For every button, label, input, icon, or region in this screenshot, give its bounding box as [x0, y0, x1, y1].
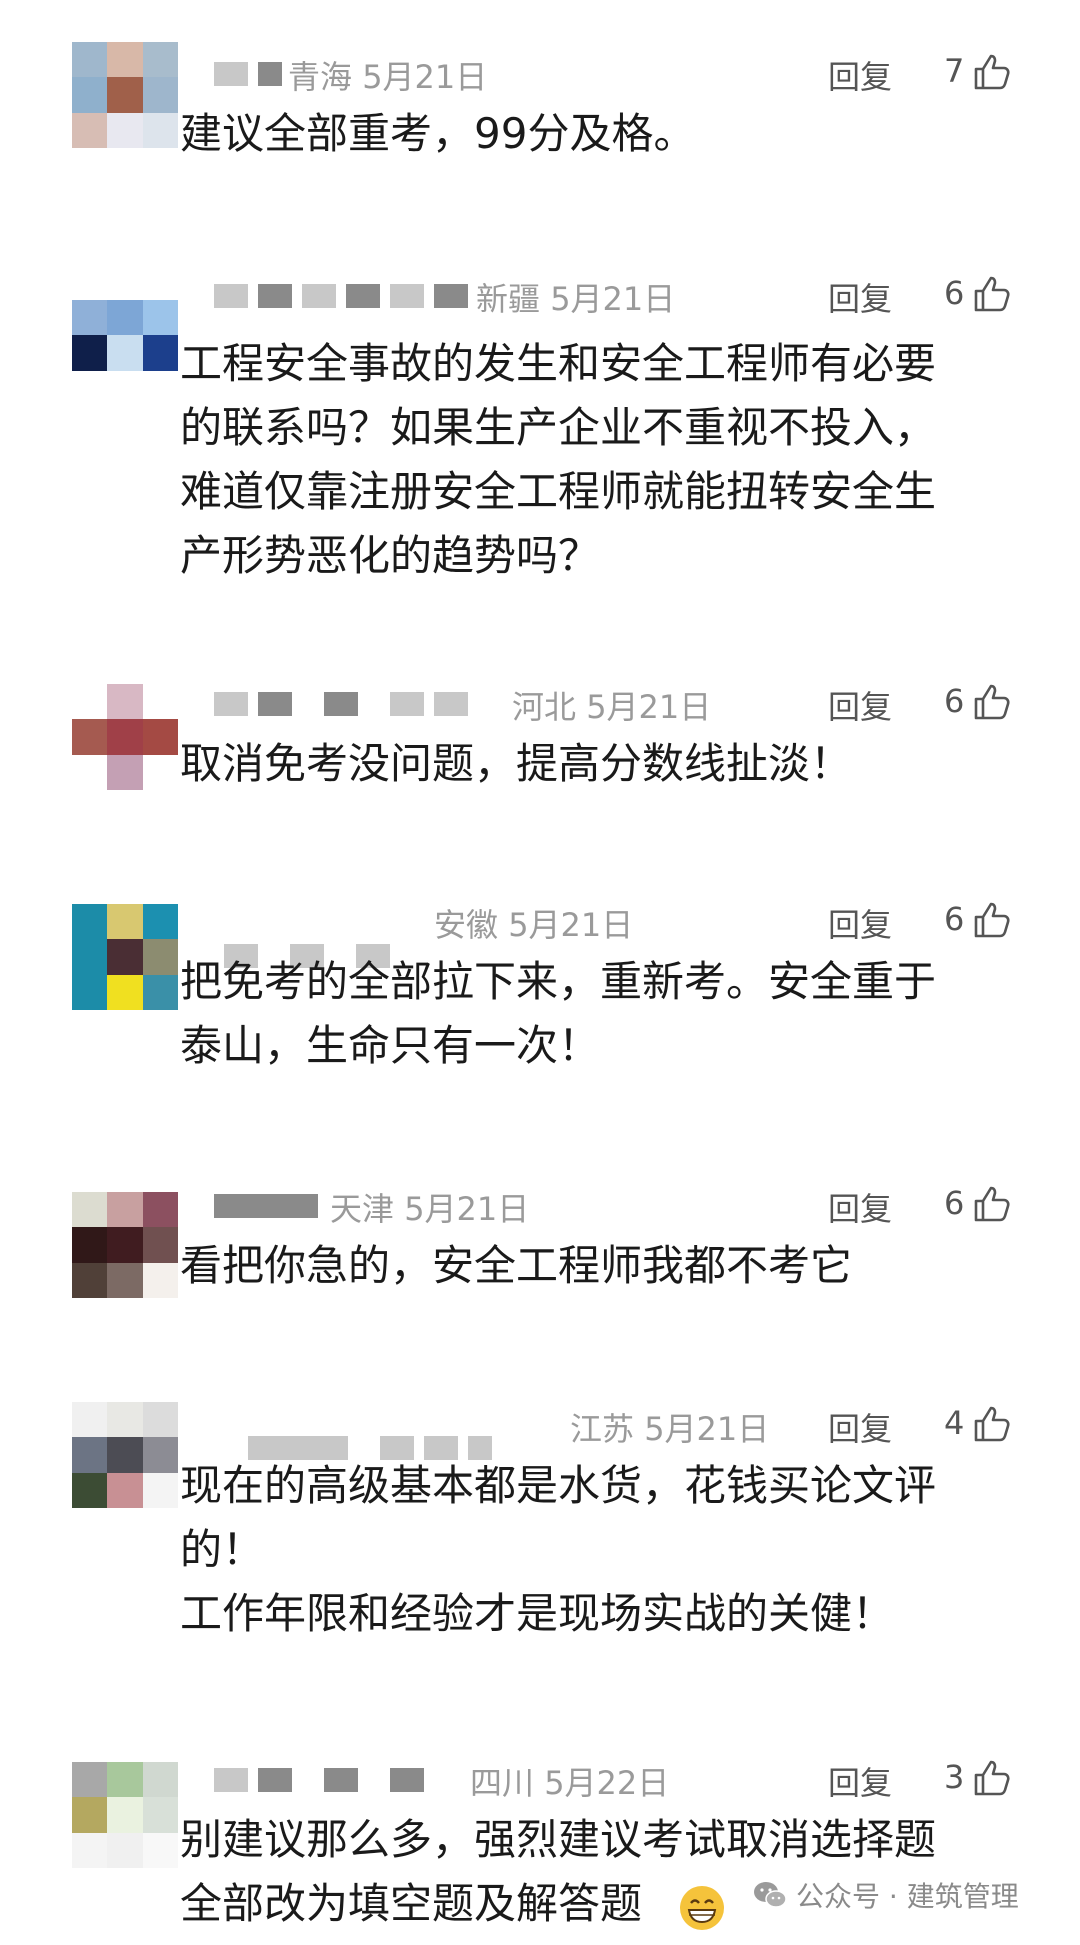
thumbs-up-icon[interactable]	[972, 1758, 1012, 1798]
comment-text: 看把你急的，安全工程师我都不考它	[180, 1241, 853, 1290]
region-label: 四川	[470, 1764, 535, 1802]
username-blurred[interactable]	[214, 62, 282, 86]
date-label: 5月22日	[544, 1764, 670, 1802]
thumbs-up-icon[interactable]	[972, 274, 1012, 314]
reply-button[interactable]: 回复	[828, 52, 892, 98]
avatar[interactable]	[72, 684, 178, 790]
comment-text: 现在的高级基本都是水货，花钱买论文评 的！ 工作年限和经验才是现场实战的关健！	[180, 1461, 937, 1638]
comment-meta: 天津 5月21日	[330, 1184, 529, 1230]
avatar[interactable]	[72, 1192, 178, 1298]
region-label: 青海	[288, 58, 353, 96]
avatar[interactable]	[72, 42, 178, 148]
reply-button[interactable]: 回复	[828, 900, 892, 946]
comment-text: 建议全部重考，99分及格。	[180, 109, 696, 158]
username-blurred[interactable]	[214, 1768, 424, 1792]
comment-meta: 江苏 5月21日	[570, 1404, 769, 1450]
comment-text: 把免考的全部拉下来，重新考。安全重于 泰山，生命只有一次！	[180, 957, 937, 1070]
comment-meta: 安徽 5月21日	[434, 900, 633, 946]
comment-text: 取消免考没问题，提高分数线扯淡！	[180, 739, 853, 788]
comment-text: 别建议那么多，强烈建议考试取消选择题 全部改为填空题及解答题	[180, 1815, 937, 1928]
date-label: 5月21日	[508, 906, 634, 944]
comment-meta: 青海 5月21日	[288, 52, 487, 98]
avatar[interactable]	[72, 1762, 178, 1868]
avatar[interactable]	[72, 1402, 178, 1508]
region-label: 江苏	[570, 1410, 635, 1448]
comment-text: 工程安全事故的发生和安全工程师有必要 的联系吗？如果生产企业不重视不投入， 难道…	[180, 339, 937, 580]
username-blurred[interactable]	[214, 692, 468, 716]
username-blurred[interactable]	[214, 1194, 318, 1218]
thumbs-up-icon[interactable]	[972, 52, 1012, 92]
region-label: 河北	[512, 688, 577, 726]
thumbs-up-icon[interactable]	[972, 682, 1012, 722]
grinning-face-icon	[680, 1886, 724, 1930]
like-count: 3	[944, 1758, 965, 1796]
wechat-icon	[754, 1882, 787, 1908]
like-count: 6	[944, 1184, 965, 1222]
watermark-text: 公众号 · 建筑管理	[796, 1880, 1019, 1913]
thumbs-up-icon[interactable]	[972, 1184, 1012, 1224]
avatar[interactable]	[72, 300, 178, 406]
thumbs-up-icon[interactable]	[972, 900, 1012, 940]
username-blurred[interactable]	[214, 284, 468, 308]
date-label: 5月21日	[550, 280, 676, 318]
like-count: 6	[944, 900, 965, 938]
region-label: 新疆	[476, 280, 541, 318]
reply-button[interactable]: 回复	[828, 1184, 892, 1230]
region-label: 安徽	[434, 906, 499, 944]
like-count: 7	[944, 52, 965, 90]
reply-button[interactable]: 回复	[828, 682, 892, 728]
comment-meta: 河北 5月21日	[512, 682, 711, 728]
like-count: 4	[944, 1404, 965, 1442]
reply-button[interactable]: 回复	[828, 1758, 892, 1804]
comment-meta: 四川 5月22日	[470, 1758, 669, 1804]
date-label: 5月21日	[362, 58, 488, 96]
date-label: 5月21日	[586, 688, 712, 726]
comment-meta: 新疆 5月21日	[476, 274, 675, 320]
reply-button[interactable]: 回复	[828, 1404, 892, 1450]
like-count: 6	[944, 682, 965, 720]
thumbs-up-icon[interactable]	[972, 1404, 1012, 1444]
reply-button[interactable]: 回复	[828, 274, 892, 320]
watermark: 公众号 · 建筑管理	[752, 1875, 1019, 1915]
avatar[interactable]	[72, 904, 178, 1010]
date-label: 5月21日	[644, 1410, 770, 1448]
like-count: 6	[944, 274, 965, 312]
region-label: 天津	[330, 1190, 395, 1228]
date-label: 5月21日	[404, 1190, 530, 1228]
